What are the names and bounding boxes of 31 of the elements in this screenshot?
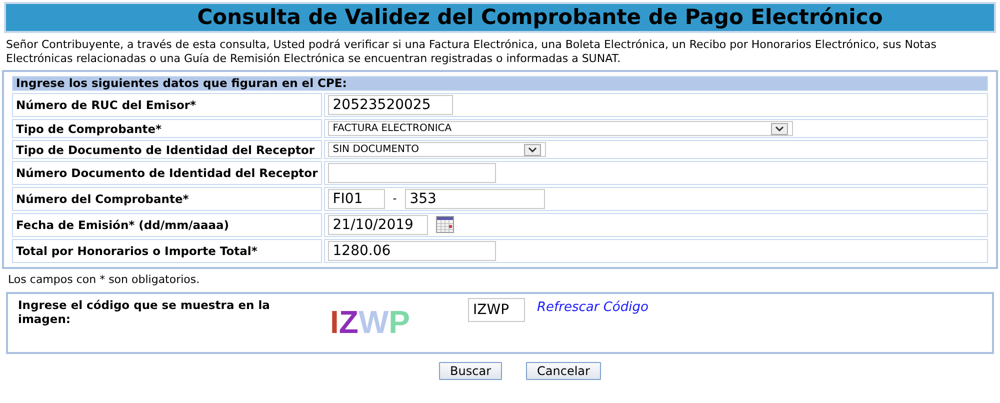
captcha-prompt: Ingrese el código que se muestra en la imagen:: [18, 298, 271, 328]
field-label: Número Documento de Identidad del Receptor: [12, 161, 322, 185]
captcha-input[interactable]: IZWP: [468, 298, 525, 322]
field-label: Número del Comprobante*: [12, 187, 322, 211]
caret-icon: [774, 126, 784, 132]
field-label: Número de RUC del Emisor*: [12, 93, 322, 117]
date-field[interactable]: 21/10/2019: [328, 215, 428, 235]
required-note: Los campos con * son obligatorios.: [8, 272, 201, 288]
field-label: Tipo de Documento de Identidad del Receptor: [12, 140, 322, 159]
page-title: Consulta de Validez del Comprobante de Pago Electrónico: [4, 2, 996, 33]
series-field[interactable]: FI01: [328, 189, 385, 209]
dropdown-value: FACTURA ELECTRONICA: [332, 122, 452, 136]
dropdown[interactable]: FACTURA ELECTRONICA: [328, 121, 793, 136]
dropdown-value: SIN DOCUMENTO: [332, 143, 419, 157]
refresh-code-link[interactable]: Refrescar Código: [537, 298, 648, 348]
field-label: Total por Honorarios o Importe Total*: [12, 239, 322, 263]
intro-paragraph: Señor Contribuyente, a través de esta consulta, Usted podrá verificar si una Factura Electrónica, una Boleta Electrónica, un Recibo por Honorarios Electrónico, sus Notas Electrónicas relacionadas o una Guía de Remisión Electrónica se encuentran registradas o informadas a SUNAT.: [6, 38, 938, 66]
input-field[interactable]: 1280.06: [328, 241, 496, 261]
input-field[interactable]: 20523520025: [328, 95, 453, 115]
calendar-icon[interactable]: [436, 216, 454, 234]
input-field[interactable]: [328, 163, 496, 183]
form-button[interactable]: Cancelar: [526, 362, 601, 380]
caret-icon: [528, 146, 537, 152]
captcha-code: IZWP: [330, 302, 411, 342]
number-field[interactable]: 353: [404, 189, 545, 209]
dropdown[interactable]: SIN DOCUMENTO: [328, 142, 546, 157]
field-label: Tipo de Comprobante*: [12, 119, 322, 138]
separator-text: -: [392, 190, 397, 207]
field-label: Fecha de Emisión* (dd/mm/aaaa): [12, 213, 322, 237]
form-header: Ingrese los siguientes datos que figuran en el CPE:: [12, 76, 988, 91]
form-button[interactable]: Buscar: [439, 362, 502, 380]
